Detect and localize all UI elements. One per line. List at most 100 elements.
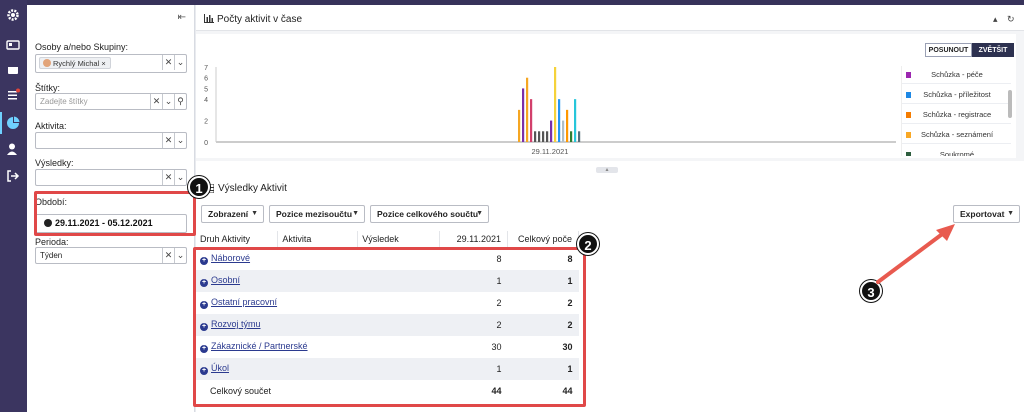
column-header[interactable]: Aktivita [277,231,359,249]
legend-item[interactable]: Schůzka - péče [902,66,1011,84]
chevron-down-icon[interactable]: ⌄ [174,133,186,148]
periodicity-label: Perioda: [35,237,69,247]
y-tick-label: 4 [204,97,208,104]
legend-label: Schůzka - péče [931,70,983,79]
legend-item[interactable]: Schůzka - příležitost [902,86,1011,104]
caret-down-icon: ▼ [352,210,359,217]
y-tick-label: 0 [204,140,208,147]
chart-bar[interactable] [558,99,561,142]
chevron-down-icon[interactable]: ⌄ [174,55,186,70]
export-dropdown[interactable]: Exportovat ▼ [953,205,1020,223]
chart-bar[interactable] [578,131,581,142]
tags-placeholder: Zadejte štítky [40,97,88,106]
clear-icon[interactable]: ✕ [150,94,162,109]
x-tick-label: 29.11.2021 [532,147,569,156]
callout-marker-3: 3 [860,280,882,302]
caret-down-icon: ▼ [251,210,258,217]
chart-bar[interactable] [562,120,565,142]
chart-bar[interactable] [570,131,573,142]
callout-marker-2: 2 [577,233,599,255]
y-tick-label: 7 [204,65,208,72]
chart-bar[interactable] [542,131,545,142]
legend-item[interactable]: Schůzka - registrace [902,106,1011,124]
y-tick-label: 6 [204,76,208,83]
bar-chart-icon [204,14,214,23]
legend-item[interactable]: Soukromé [902,146,1011,156]
activity-chart: 0 2 4 5 6 7 29.11.2021 [204,65,896,156]
chart-bar[interactable] [546,131,549,142]
chart-panel-title: Počty aktivit v čase [217,14,303,25]
caret-down-icon: ▼ [476,210,483,217]
tags-field[interactable]: Zadejte štítky ✕ ⌄ ⚲ [35,93,187,110]
app-sidebar [0,0,27,412]
persons-label: Osoby a/nebo Skupiny: [35,42,129,52]
id-card-icon[interactable] [6,38,20,52]
subtotal-dropdown-label: Pozice mezisoučtu [276,209,353,219]
person-chip-label: Rychlý Michal [53,59,100,68]
zoom-toggle-button[interactable]: ZVĚTŠIT [972,43,1014,57]
clear-icon[interactable]: ✕ [162,55,174,70]
chart-bar[interactable] [574,99,577,142]
chart-bar[interactable] [522,88,525,142]
column-header[interactable]: 29.11.2021 [439,231,508,249]
chart-bar[interactable] [554,67,557,142]
pan-toggle-button[interactable]: POSUNOUT [925,43,972,57]
chart-bar[interactable] [518,109,521,142]
sort-icon[interactable]: ▴ [993,14,998,25]
chart-legend: Schůzka - péče Schůzka - příležitost Schůz… [901,66,1011,156]
chart-icon[interactable] [0,112,20,134]
chart-bar[interactable] [538,131,541,142]
person-chip[interactable]: Rychlý Michal × [39,57,111,69]
chart-bar[interactable] [526,77,529,142]
y-tick-label: 2 [204,119,208,126]
total-position-dropdown[interactable]: Pozice celkového součtu ▼ [370,205,489,223]
clear-icon[interactable]: ✕ [162,170,174,185]
callout-marker-1: 1 [188,176,210,198]
display-dropdown[interactable]: Zobrazení ▼ [201,205,264,223]
column-header[interactable]: Celkový poče [507,231,580,249]
chevron-down-icon[interactable]: ⌄ [162,94,174,109]
user-settings-icon[interactable] [6,142,20,156]
periodicity-value: Týden [40,251,63,260]
legend-label: Schůzka - registrace [922,110,992,119]
chevron-down-icon[interactable]: ⌄ [174,248,186,263]
chart-bar[interactable] [530,99,533,142]
legend-scrollbar[interactable] [1008,90,1012,118]
table-header-row: Druh Aktivity Aktivita Výsledek 29.11.20… [196,231,580,249]
clear-icon[interactable]: ✕ [162,248,174,263]
tasks-icon[interactable] [6,88,20,102]
search-icon[interactable]: ⚲ [174,94,186,109]
column-header[interactable]: Druh Aktivity [196,231,279,249]
total-dropdown-label: Pozice celkového součtu [377,209,479,219]
legend-label: Schůzka - seznámení [920,130,994,139]
tags-label: Štítky: [35,83,61,93]
periodicity-select[interactable]: Týden ✕ ⌄ [35,247,187,264]
avatar [43,59,51,67]
activity-field[interactable]: ✕ ⌄ [35,132,187,149]
legend-label: Soukromé [939,150,975,156]
legend-item[interactable]: Schůzka - seznámení [902,126,1011,144]
persons-field[interactable]: Rychlý Michal × ✕ ⌄ [35,54,187,73]
refresh-icon[interactable]: ↻ [1007,14,1015,25]
results-title: Výsledky Aktivit [218,183,287,194]
export-dropdown-label: Exportovat [960,209,1005,219]
chevron-down-icon[interactable]: ⌄ [174,170,186,185]
logout-icon[interactable] [6,169,20,183]
chart-bar[interactable] [566,109,569,142]
clear-icon[interactable]: ✕ [162,133,174,148]
subtotal-position-dropdown[interactable]: Pozice mezisoučtu ▼ [269,205,365,223]
gear-icon[interactable] [6,8,20,22]
results-field[interactable]: ✕ ⌄ [35,169,187,186]
chart-panel-header: Počty aktivit v čase ▴ ↻ [196,5,1024,31]
collapse-panel-icon[interactable]: ⇤ [178,12,186,23]
activity-label: Aktivita: [35,121,67,131]
highlight-box-table [193,247,586,407]
highlight-box-period [34,191,196,236]
chart-bar[interactable] [534,131,537,142]
caret-down-icon: ▼ [1007,210,1014,217]
calendar-icon[interactable] [6,62,20,76]
column-header[interactable]: Výsledek [357,231,441,249]
panel-splitter[interactable]: ▴ [596,167,618,173]
y-tick-label: 5 [204,86,208,93]
chart-bar[interactable] [550,120,553,142]
